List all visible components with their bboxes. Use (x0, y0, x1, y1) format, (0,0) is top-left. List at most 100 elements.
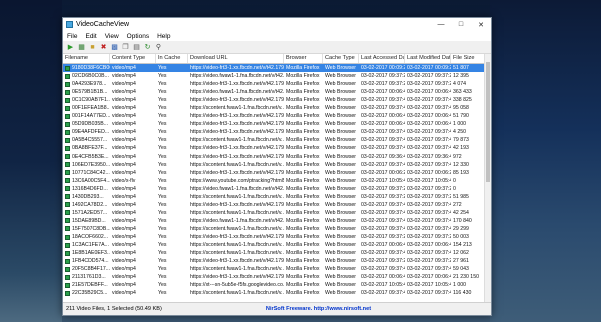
col-in-cache[interactable]: In Cache (156, 54, 188, 63)
cell-download-url: https://scontent.fwaw1-1.fna.fbcdn.net/v… (188, 209, 284, 217)
cell-download-url: https://video-frt3-1.xx.fbcdn.net/v/t42.… (188, 257, 284, 265)
scrollbar-thumb[interactable] (486, 62, 490, 182)
cell-in-cache-text: Yes (158, 201, 167, 208)
close-button[interactable]: ✕ (471, 18, 491, 31)
cell-in-cache: Yes (156, 225, 188, 233)
maximize-button[interactable]: □ (451, 18, 471, 31)
refresh-icon[interactable]: ↻ (143, 43, 152, 52)
copy-icon[interactable]: ❐ (121, 43, 130, 52)
copy-files-icon[interactable]: ▦ (77, 43, 86, 52)
table-row[interactable]: 1FB4CDD574... video/mp4 Yes https://video-f… (63, 257, 491, 265)
cell-browser: Mozilla Firefox (284, 96, 323, 104)
table-row[interactable]: 1492CA78D2... video/mp4 Yes https://video-f… (63, 201, 491, 209)
cell-cache-type-text: Web Browser (325, 209, 357, 216)
cell-download-url-text: https://www.youtube.com/ptracking?html5.… (190, 177, 284, 184)
cell-filename-text: 0A5B4C5557... (72, 137, 108, 144)
cell-last-modified: 03-02-2017 09:37:45 (405, 217, 451, 225)
table-row[interactable]: 1C3AC1FE7A... video/mp4 Yes https://sconten… (63, 241, 491, 249)
video-file-icon (65, 186, 70, 192)
table-row[interactable]: 0A5B4C5557... video/mp4 Yes https://sconten… (63, 136, 491, 144)
cell-in-cache: Yes (156, 233, 188, 241)
col-last-modified[interactable]: Last Modified Date (405, 54, 451, 63)
cell-browser-text: Mozilla Firefox (286, 169, 320, 176)
table-row[interactable]: 0C1C90AB7F1... video/mp4 Yes https://video-… (63, 96, 491, 104)
cell-cache-type: Web Browser (323, 273, 359, 281)
table-row[interactable]: 15F7507C8DB... video/mp4 Yes https://sconte… (63, 225, 491, 233)
table-row[interactable]: 1316B4D6FD... video/mp4 Yes https://video.f… (63, 185, 491, 193)
cell-in-cache-text: Yes (158, 242, 167, 249)
table-row[interactable]: 0E579B1B1B... video/mp4 Yes https://video.f… (63, 88, 491, 96)
menu-file[interactable]: File (63, 33, 81, 40)
table-row[interactable]: 106ED7E3950... video/mp4 Yes https://sconte… (63, 161, 491, 169)
table-row[interactable]: 15DAE89BD... video/mp4 Yes https://video.fw… (63, 217, 491, 225)
col-filename[interactable]: Filename (63, 54, 110, 63)
cell-last-accessed: 03-02-2017 09:37:25 (359, 193, 405, 201)
table-row[interactable]: 9180D38F6CB0C...video/mp4 Yes https://vide… (63, 64, 491, 73)
table-row[interactable]: 00F1EFEA1B8... video/mp4 Yes https://sconte… (63, 104, 491, 112)
col-browser[interactable]: Browser (284, 54, 323, 63)
cell-content-type-text: video/x-flv (112, 177, 136, 184)
table-row[interactable]: 02CD6B0C0B... video/mp4 Yes https://video.f… (63, 72, 491, 80)
cell-filename: 20F5C8B4F17... (63, 265, 110, 273)
table-row[interactable]: 22C35B29C5... video/mp4 Yes https://sconten… (63, 289, 491, 297)
table-row[interactable]: 21E57DEBFF... video/mp4 Yes https://xt---sn… (63, 281, 491, 289)
video-file-icon (65, 129, 70, 135)
cell-last-accessed: 03-02-2017 00:09:29 (359, 64, 405, 72)
table-row[interactable]: 20F5C8B4F17... video/mp4 Yes https://sconte… (63, 265, 491, 273)
cell-browser: Mozilla Firefox (284, 209, 323, 217)
play-icon[interactable]: ▶ (66, 43, 75, 52)
table-row[interactable]: 1430DB293... video/mp4 Yes https://scontent… (63, 193, 491, 201)
vertical-scrollbar[interactable] (484, 54, 491, 303)
table-row[interactable]: 1E8B1AE0EF3... video/mp4 Yes https://sconte… (63, 249, 491, 257)
video-file-icon (65, 226, 70, 232)
table-row[interactable]: 21131761D3... video/mp4 Yes https://video-f… (63, 273, 491, 281)
cell-in-cache-text: Yes (158, 169, 167, 176)
cell-browser: Mozilla Firefox (284, 112, 323, 120)
video-file-icon (65, 97, 70, 103)
col-cache-type[interactable]: Cache Type (323, 54, 359, 63)
delete-icon[interactable]: ✖ (99, 43, 108, 52)
cell-in-cache: Yes (156, 249, 188, 257)
cell-file-size-text: 1 000 (453, 121, 466, 128)
cell-cache-type: Web Browser (323, 233, 359, 241)
cell-cache-type: Web Browser (323, 209, 359, 217)
cell-download-url: https://video-frt3-1.xx.fbcdn.net/v/t42.… (188, 233, 284, 241)
table-row[interactable]: 0A4293E978... video/mp4 Yes https://video-f… (63, 80, 491, 88)
cell-cache-type-text: Web Browser (325, 97, 357, 104)
open-folder-icon[interactable]: ■ (88, 43, 97, 52)
cell-cache-type: Web Browser (323, 281, 359, 289)
minimize-button[interactable]: — (431, 18, 451, 31)
menu-options[interactable]: Options (123, 33, 153, 40)
col-content-type[interactable]: Content Type (110, 54, 156, 63)
menu-help[interactable]: Help (153, 33, 174, 40)
table-row[interactable]: 0E4CFB5B3E... video/mp4 Yes https://video-f… (63, 153, 491, 161)
cell-cache-type-text: Web Browser (325, 217, 357, 224)
cell-download-url-text: https://video-frt3-1.xx.fbcdn.net/v/t42.… (190, 81, 284, 88)
cell-download-url: https://scontent.fwaw1-1.fna.fbcdn.net/v… (188, 265, 284, 273)
col-download-url[interactable]: Download URL (188, 54, 284, 63)
table-row[interactable]: 09E4AFDFED... video/mp4 Yes https://video-f… (63, 128, 491, 136)
table-row[interactable]: 05D9DB035B... video/mp4 Yes https://video-f… (63, 120, 491, 128)
col-last-accessed[interactable]: Last Accessed Date (359, 54, 405, 63)
find-icon[interactable]: ⚲ (154, 43, 163, 52)
table-row[interactable]: 0BA8BFE37F... video/mp4 Yes https://video-f… (63, 144, 491, 152)
table-row[interactable]: 10771C84C42... video/mp4 Yes https://video-… (63, 169, 491, 177)
save-icon[interactable]: ▩ (110, 43, 119, 52)
cell-file-size-text: 338 825 (453, 97, 472, 104)
table-row[interactable]: 18ACOF6602... video/mp4 Yes https://video-f… (63, 233, 491, 241)
table-row[interactable]: 1571A2ED57... video/mp4 Yes https://sconten… (63, 209, 491, 217)
nirsoft-link[interactable]: NirSoft Freeware. http://www.nirsoft.net (206, 306, 491, 312)
menu-view[interactable]: View (101, 33, 123, 40)
table-row[interactable]: 13C6A00C5F4... video/x-flv Yes https://www.… (63, 177, 491, 185)
table-row[interactable]: 001F14A77ED... video/mp4 Yes https://video-… (63, 112, 491, 120)
cell-filename: 1571A2ED57... (63, 209, 110, 217)
cell-cache-type: Web Browser (323, 136, 359, 144)
cell-last-modified: 03-02-2017 09:37:45 (405, 249, 451, 257)
cell-download-url-text: https://video-frt3-1.xx.fbcdn.net/v/t42.… (190, 274, 284, 281)
properties-icon[interactable]: ▤ (132, 43, 141, 52)
cell-last-modified: 03-02-2017 09:37:47 (405, 96, 451, 104)
cell-cache-type-text: Web Browser (325, 145, 357, 152)
cell-browser-text: Mozilla Firefox (286, 225, 320, 232)
menu-edit[interactable]: Edit (81, 33, 100, 40)
cell-cache-type-text: Web Browser (325, 129, 357, 136)
